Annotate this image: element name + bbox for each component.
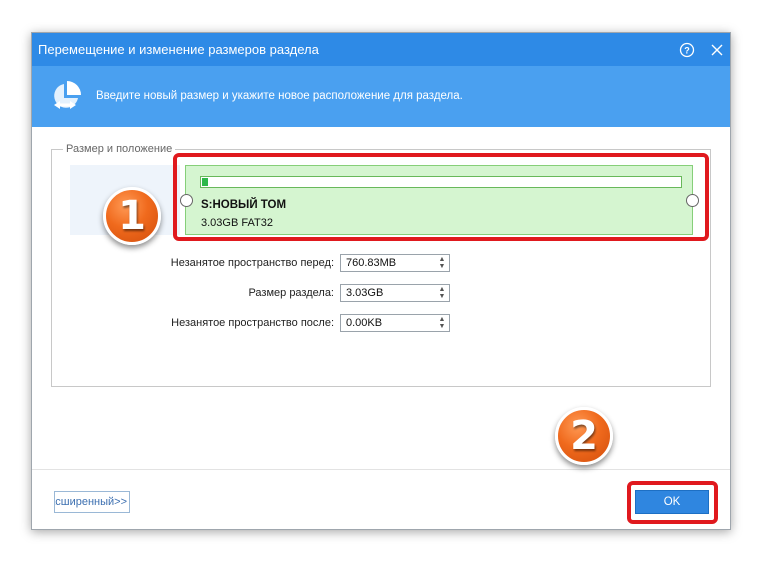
- close-icon[interactable]: [707, 40, 727, 60]
- highlight-box-2: [627, 481, 718, 524]
- advanced-button[interactable]: Расширенный>>: [54, 491, 130, 513]
- unallocated-after-value: 0.00KB: [346, 317, 383, 329]
- unallocated-before-value: 760.83MB: [346, 257, 397, 269]
- partition-move-icon: [50, 78, 84, 112]
- unallocated-after-label: Незанятое пространство после:: [171, 317, 334, 329]
- unallocated-before-spinner[interactable]: 760.83MB ▲ ▼: [340, 254, 450, 272]
- svg-text:?: ?: [684, 46, 690, 56]
- partition-size-value: 3.03GB: [346, 287, 384, 299]
- group-legend: Размер и положение: [63, 143, 176, 155]
- window-title: Перемещение и изменение размеров раздела: [38, 42, 319, 57]
- spinner-arrows-icon[interactable]: ▲ ▼: [437, 315, 447, 331]
- step-badge-1: 1: [103, 187, 161, 245]
- partition-size-spinner[interactable]: 3.03GB ▲ ▼: [340, 284, 450, 302]
- unallocated-after-spinner[interactable]: 0.00KB ▲ ▼: [340, 314, 450, 332]
- unallocated-before-label: Незанятое пространство перед:: [170, 257, 334, 269]
- footer-separator: [32, 469, 730, 470]
- resize-partition-dialog: Перемещение и изменение размеров раздела…: [31, 32, 731, 530]
- dialog-header: Введите новый размер и укажите новое рас…: [32, 66, 730, 127]
- spinner-arrows-icon[interactable]: ▲ ▼: [437, 285, 447, 301]
- title-bar: Перемещение и изменение размеров раздела…: [32, 33, 730, 66]
- step-badge-2: 2: [555, 407, 613, 465]
- help-icon[interactable]: ?: [677, 40, 697, 60]
- partition-size-label: Размер раздела:: [248, 287, 334, 299]
- header-instruction: Введите новый размер и укажите новое рас…: [96, 90, 463, 102]
- highlight-box-1: [173, 153, 709, 241]
- spinner-arrows-icon[interactable]: ▲ ▼: [437, 255, 447, 271]
